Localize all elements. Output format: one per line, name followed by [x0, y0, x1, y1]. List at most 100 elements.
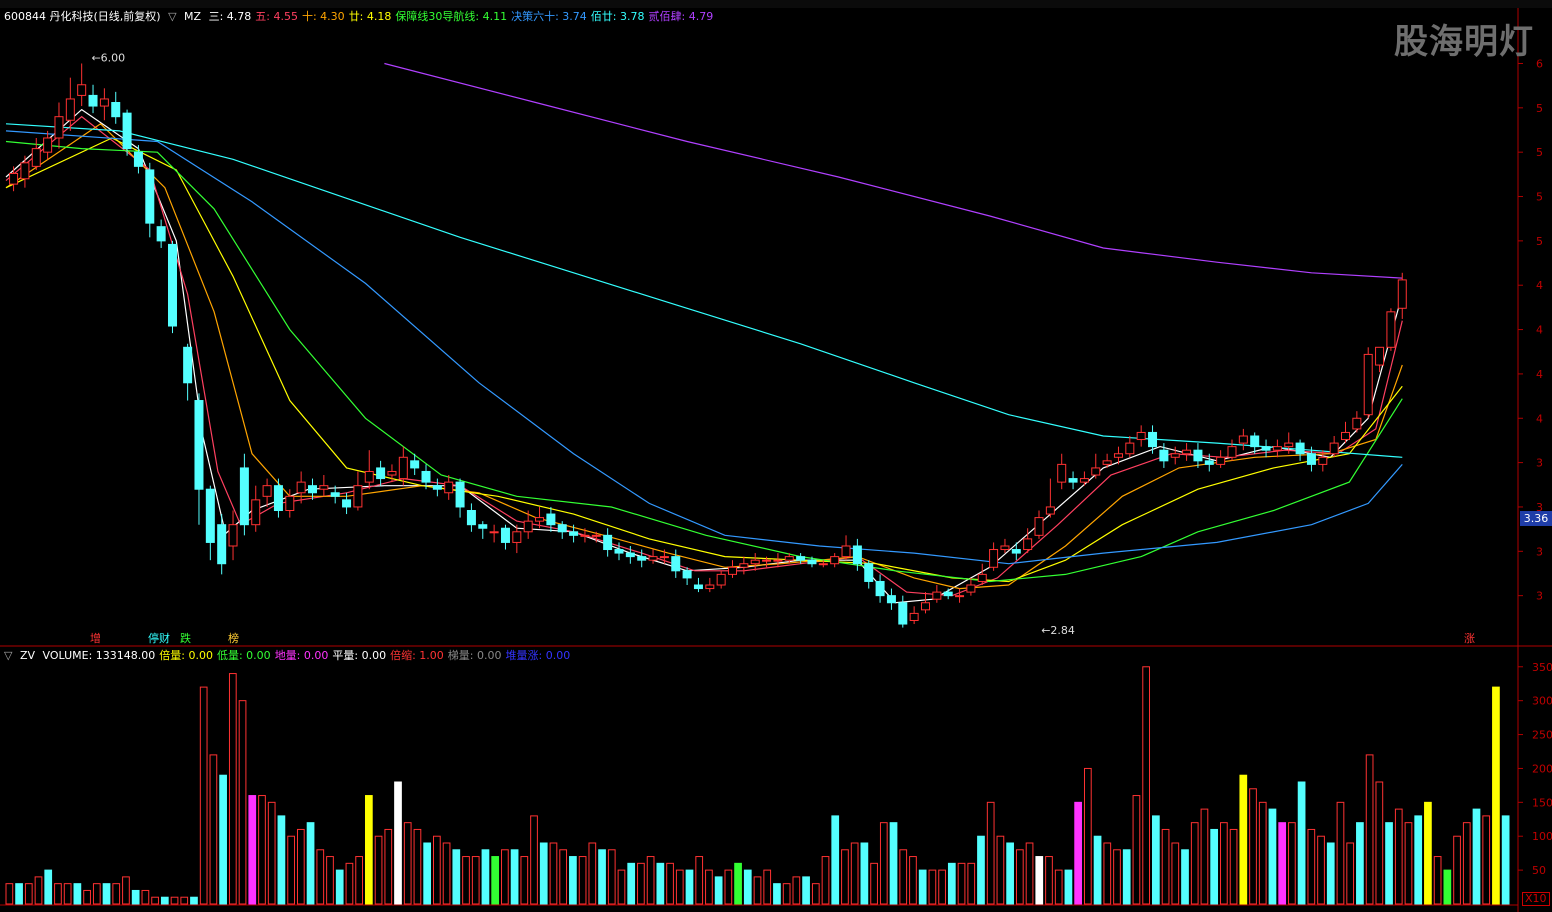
volume-indicator-name[interactable]: ZV [20, 649, 35, 662]
price-indicator-item: 三: 4.78 [208, 10, 252, 23]
volume-bar [549, 842, 558, 905]
volume-multiplier-badge: X10 [1522, 892, 1550, 906]
volume-bar [938, 869, 946, 905]
price-tick-label: 6 [1536, 57, 1543, 70]
volume-bar [491, 856, 500, 905]
candle-body [796, 556, 806, 561]
volume-bar [1453, 835, 1461, 905]
candle-body [1113, 453, 1123, 458]
volume-bar [860, 842, 869, 905]
volume-bar [481, 849, 490, 905]
volume-bar [209, 754, 218, 905]
candle-body [1261, 446, 1271, 451]
candle-body [1068, 478, 1078, 483]
candle-body [330, 492, 340, 497]
volume-bar [1278, 822, 1287, 905]
volume-bar [394, 781, 402, 905]
candle-body [364, 470, 374, 483]
volume-bar [1326, 842, 1335, 905]
volume-bar [909, 856, 917, 905]
volume-bar [462, 856, 470, 905]
volume-indicator-item: 梯量: 0.00 [447, 649, 502, 662]
volume-bar [44, 869, 53, 905]
volume-bar [724, 869, 733, 905]
volume-tick-label: 100 [1532, 830, 1552, 843]
candle-body [920, 602, 930, 611]
price-indicator-header: 600844 丹化科技(日线,前复权) ▽ MZ 三: 4.78 五: 4.55 十… [4, 8, 721, 26]
candle-body [285, 495, 295, 512]
volume-bar [1249, 788, 1257, 905]
candle-body [307, 485, 317, 494]
volume-bar [1365, 754, 1374, 905]
candle-body [444, 481, 454, 494]
volume-bar [841, 849, 849, 905]
volume-bar [1210, 828, 1219, 905]
volume-bar [1035, 856, 1044, 905]
volume-dropdown-icon[interactable]: ▽ [4, 649, 12, 662]
candle-body [852, 545, 862, 565]
volume-bar [1132, 795, 1141, 905]
volume-bar [15, 883, 23, 905]
volume-bar [160, 896, 169, 905]
volume-bar [559, 849, 568, 905]
volume-bar [1006, 842, 1014, 905]
candle-body [1023, 538, 1033, 551]
candle-body [194, 400, 204, 490]
volume-bar [1025, 842, 1034, 905]
price-indicator-item: 贰佰肆: 4.79 [648, 10, 714, 23]
volume-bar [1181, 849, 1189, 905]
candle-body [500, 527, 510, 543]
stock-title[interactable]: 600844 丹化科技(日线,前复权) [4, 10, 161, 23]
volume-bar [364, 795, 373, 905]
candle-body [1000, 545, 1010, 551]
candle-body [671, 556, 681, 572]
candle-body [296, 481, 306, 494]
volume-bar [5, 883, 14, 905]
volume-bar [870, 862, 878, 905]
candle-body [659, 556, 669, 559]
candle-body [1125, 442, 1135, 455]
volume-bar [228, 673, 237, 905]
volume-bar [607, 849, 616, 905]
volume-bar [1229, 828, 1238, 905]
volume-bar [413, 828, 422, 905]
volume-bar [1113, 849, 1121, 905]
volume-bar [627, 862, 636, 905]
candle-body [156, 226, 166, 242]
volume-bar [199, 686, 208, 905]
volume-bar [83, 889, 91, 905]
price-tick-label: 4 [1536, 412, 1543, 425]
candle-body [1102, 460, 1112, 465]
volume-indicator-item: 堆量涨: 0.00 [505, 649, 571, 662]
volume-bar [714, 876, 723, 905]
price-tick-label: 5 [1536, 235, 1543, 248]
candle-body [1306, 453, 1316, 465]
volume-indicator-item: 倍缩: 1.00 [390, 649, 444, 662]
candle-body [1318, 456, 1328, 465]
candle-body [1386, 311, 1396, 348]
volume-bar [1317, 835, 1325, 905]
volume-bar [24, 883, 33, 905]
volume-bar [170, 896, 179, 905]
volume-bar [1268, 808, 1277, 905]
volume-bar [1074, 801, 1082, 905]
volume-bar [578, 856, 587, 905]
volume-tick-label: 150 [1532, 796, 1552, 809]
volume-bar [675, 869, 684, 905]
volume-bar [510, 849, 519, 905]
volume-bar [1385, 822, 1393, 905]
volume-bar [899, 849, 908, 905]
volume-bar [1152, 815, 1160, 905]
candle-body [9, 172, 19, 185]
candle-body [886, 595, 896, 604]
indicator-name[interactable]: MZ [184, 10, 201, 23]
candle-body [145, 169, 155, 224]
candle-body [580, 534, 590, 537]
volume-bar [520, 856, 529, 905]
indicator-dropdown-icon[interactable]: ▽ [168, 10, 176, 23]
volume-bar [1424, 801, 1432, 905]
volume-bar [141, 889, 150, 905]
candle-body [909, 612, 919, 621]
volume-bar [1015, 849, 1024, 905]
volume-bar [442, 842, 451, 905]
